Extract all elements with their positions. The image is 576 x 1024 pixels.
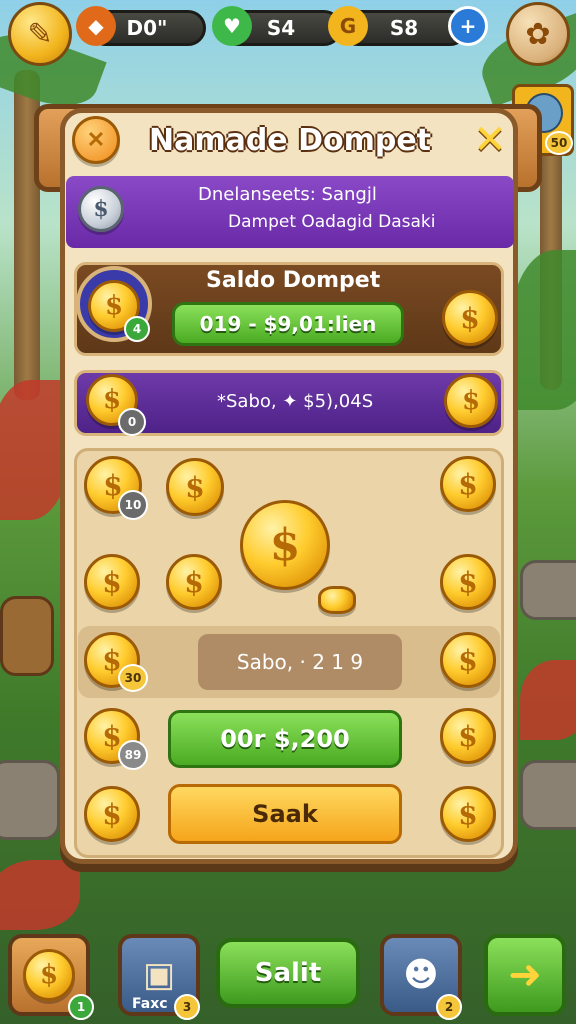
large-coin-icon: $ bbox=[240, 500, 330, 590]
coin-item-badge: 30 bbox=[118, 664, 148, 692]
info-badge: 0 bbox=[118, 408, 146, 436]
balance-value-pill: 019 - $9,01:lien bbox=[172, 302, 404, 346]
coin-item[interactable]: $ bbox=[440, 554, 496, 610]
wallet-nav-badge: 1 bbox=[68, 994, 94, 1020]
coin-item-badge: 89 bbox=[118, 740, 148, 770]
coin-item[interactable]: $ bbox=[440, 708, 496, 764]
coin-item-badge: 10 bbox=[118, 490, 148, 520]
box-icon: ▣ bbox=[142, 955, 176, 995]
ghost-icon: ☻ bbox=[403, 955, 439, 995]
info-row-text: *Sabo, ✦ $5),04S bbox=[217, 391, 374, 412]
inventory-nav-badge: 3 bbox=[174, 994, 200, 1020]
coin-item[interactable]: $ bbox=[166, 554, 222, 610]
wallet-nav-button[interactable]: $ 1 bbox=[8, 934, 94, 1020]
energy-icon: ◆ bbox=[76, 6, 116, 46]
coin-icon: ✎ bbox=[27, 16, 53, 52]
dialog-title: Namade Dompet bbox=[148, 123, 432, 158]
profile-level-badge: 50 bbox=[545, 131, 573, 155]
dialog-header-info: Dnelanseets: Sangjl Dampet Oadagid Dasak… bbox=[66, 176, 514, 248]
arrow-right-icon: ➜ bbox=[508, 952, 542, 998]
coin-icon: $ bbox=[23, 949, 75, 1001]
coin-item[interactable]: $ bbox=[84, 554, 140, 610]
inventory-nav-button[interactable]: ▣ Faxc 3 bbox=[118, 934, 200, 1020]
friends-nav-button[interactable]: ☻ 2 bbox=[380, 934, 462, 1020]
header-line-1: Dnelanseets: Sangjl bbox=[198, 184, 377, 205]
main-action-button[interactable]: Salit bbox=[216, 938, 360, 1008]
coin-stack-icon bbox=[318, 586, 356, 614]
coin-item[interactable]: $ bbox=[440, 632, 496, 688]
bottom-bar: $ 1 ▣ Faxc 3 Salit ☻ 2 ➜ bbox=[0, 924, 576, 1024]
settings-button[interactable]: ✿ bbox=[506, 2, 570, 66]
coin-item[interactable]: $ bbox=[166, 458, 224, 516]
saldo-value: Sabo, · 2 1 9 bbox=[198, 634, 402, 690]
header-line-2: Dampet Oadagid Dasaki bbox=[228, 212, 436, 232]
top-bar: ✎ D0" ◆ S4 ♥ S8 G + ✿ 50 bbox=[0, 0, 576, 156]
coin-item[interactable]: $ bbox=[440, 456, 496, 512]
info-coin-right-icon: $ bbox=[444, 374, 498, 428]
confirm-button[interactable]: Saak bbox=[168, 784, 402, 844]
plus-icon[interactable]: + bbox=[448, 6, 488, 46]
balance-coin-icon: $ bbox=[442, 290, 498, 346]
gear-icon: ✿ bbox=[525, 16, 551, 52]
friends-nav-badge: 2 bbox=[436, 994, 462, 1020]
amount-button[interactable]: 00r $,200 bbox=[168, 710, 402, 768]
coin-item[interactable]: $ bbox=[84, 786, 140, 842]
dialog-coin-icon: ✕ bbox=[72, 116, 120, 164]
next-nav-button[interactable]: ➜ bbox=[484, 934, 566, 1016]
coin-shop-button[interactable]: ✎ bbox=[8, 2, 72, 66]
emblem-level-badge: 4 bbox=[124, 316, 150, 342]
coin-item[interactable]: $ bbox=[440, 786, 496, 842]
gold-coin-icon: G bbox=[328, 6, 368, 46]
close-icon[interactable]: ✕ bbox=[466, 116, 514, 164]
silver-coin-icon: $ bbox=[78, 186, 124, 232]
balance-label: Saldo Dompet bbox=[206, 268, 381, 293]
inventory-nav-label: Faxc bbox=[132, 996, 168, 1012]
gem-icon: ♥ bbox=[212, 6, 252, 46]
